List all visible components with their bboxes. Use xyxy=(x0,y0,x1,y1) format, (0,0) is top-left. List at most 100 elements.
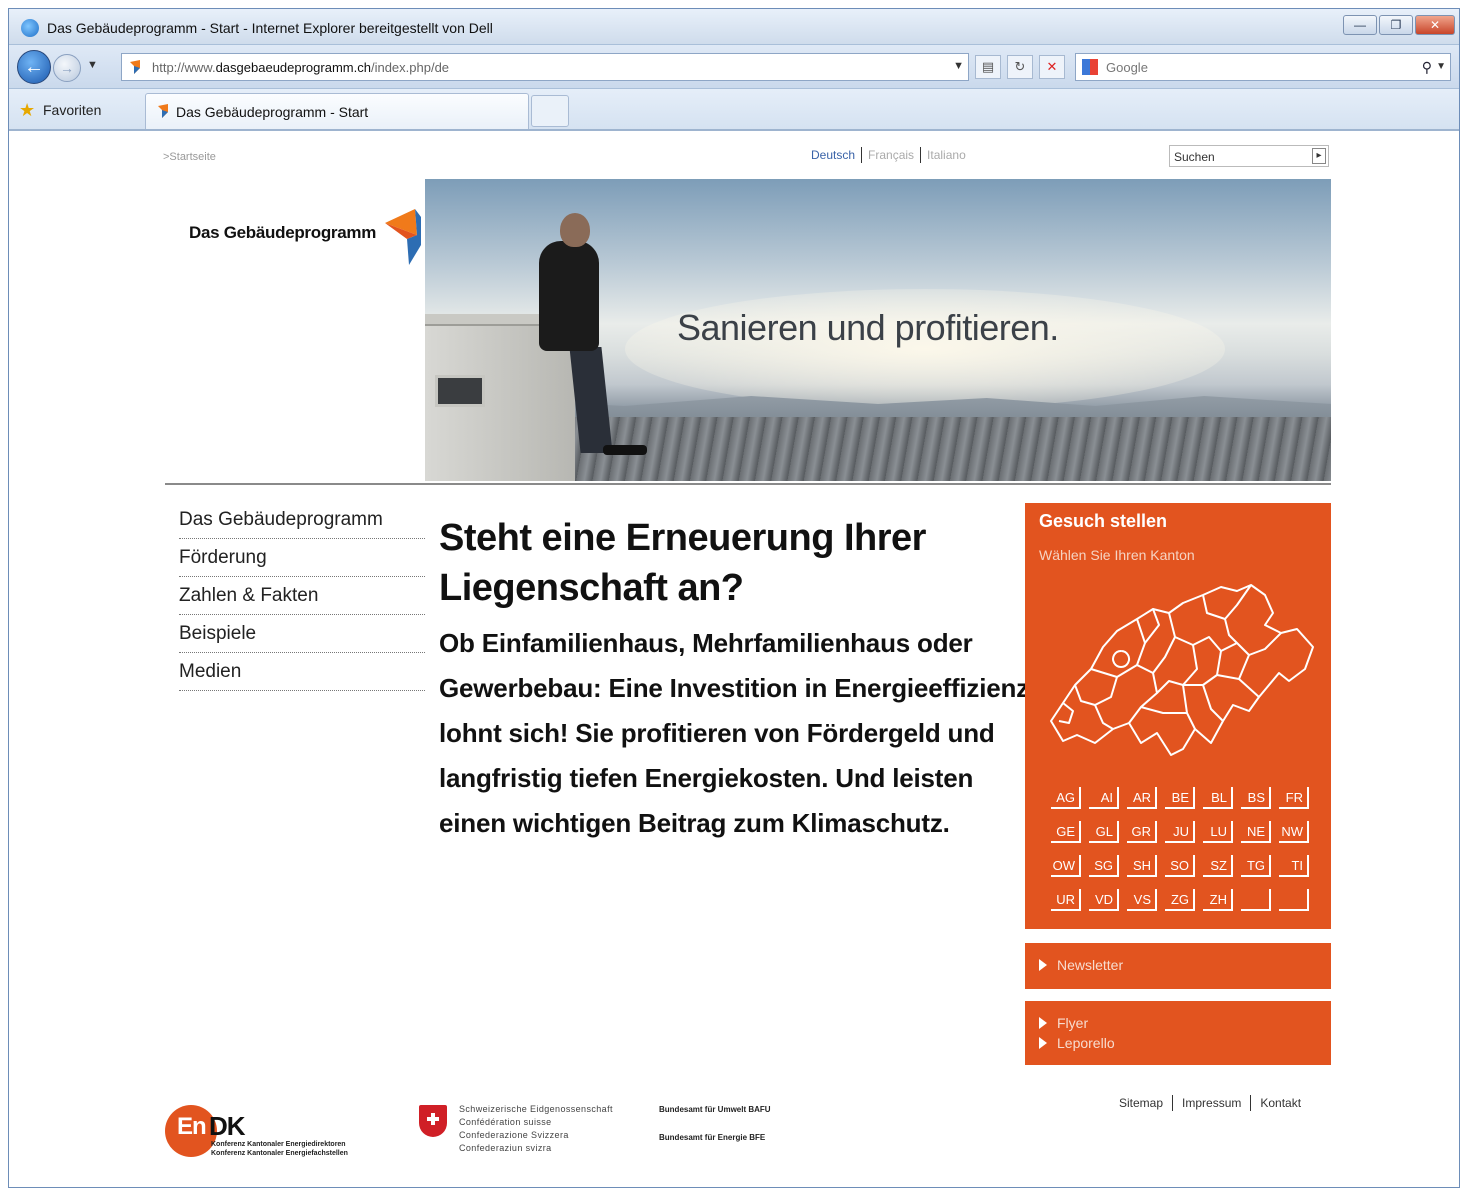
kanton-ne[interactable]: NE xyxy=(1241,821,1271,843)
endk-logo[interactable]: En DK Konferenz Kantonaler Energiedirekt… xyxy=(165,1103,405,1159)
recent-pages-dropdown[interactable]: ▼ xyxy=(87,59,98,71)
tab-active[interactable]: Das Gebäudeprogramm - Start xyxy=(145,93,529,129)
stop-icon[interactable]: ✕ xyxy=(1039,55,1065,79)
window-title: Das Gebäudeprogramm - Start - Internet E… xyxy=(47,20,493,36)
kanton-empty xyxy=(1241,889,1271,911)
swiss-line-de: Schweizerische Eidgenossenschaft xyxy=(459,1104,613,1114)
page-headline: Steht eine Erneuerung Ihrer Liegenschaft… xyxy=(439,517,926,609)
restore-button[interactable]: ❐ xyxy=(1379,15,1413,35)
flyer-link[interactable]: Flyer xyxy=(1039,1015,1088,1031)
footer-link-sitemap[interactable]: Sitemap xyxy=(1119,1096,1163,1110)
kanton-so[interactable]: SO xyxy=(1165,855,1195,877)
language-deutsch[interactable]: Deutsch xyxy=(811,148,855,162)
url-dropdown-icon[interactable]: ▼ xyxy=(953,60,964,72)
star-icon: ★ xyxy=(19,100,36,120)
gesuch-subtitle: Wählen Sie Ihren Kanton xyxy=(1039,547,1195,563)
kanton-ow[interactable]: OW xyxy=(1051,855,1081,877)
footer-link-kontakt[interactable]: Kontakt xyxy=(1260,1096,1301,1110)
kanton-ti[interactable]: TI xyxy=(1279,855,1309,877)
kanton-fr[interactable]: FR xyxy=(1279,787,1309,809)
back-button[interactable]: ← xyxy=(17,50,51,84)
favorites-button[interactable]: ★ Favoriten xyxy=(19,97,101,123)
compatibility-view-icon[interactable]: ▤ xyxy=(975,55,1001,79)
favorites-label: Favoriten xyxy=(43,102,102,118)
kanton-zg[interactable]: ZG xyxy=(1165,889,1195,911)
search-options-dropdown-icon[interactable]: ▼ xyxy=(1436,61,1446,72)
kanton-tg[interactable]: TG xyxy=(1241,855,1271,877)
newsletter-label: Newsletter xyxy=(1057,957,1124,973)
hero-person-body xyxy=(539,241,599,351)
hero-person-head xyxy=(560,213,590,247)
hero-divider xyxy=(165,483,1331,485)
hero-wall-window xyxy=(435,375,485,407)
kanton-sh[interactable]: SH xyxy=(1127,855,1157,877)
kanton-ar[interactable]: AR xyxy=(1127,787,1157,809)
hero-person-shoe xyxy=(603,445,647,455)
nav-item-foerderung[interactable]: Förderung xyxy=(179,539,425,577)
swiss-line-it: Confederazione Svizzera xyxy=(459,1130,569,1140)
kanton-sz[interactable]: SZ xyxy=(1203,855,1233,877)
bafu-label[interactable]: Bundesamt für Umwelt BAFU xyxy=(659,1105,771,1114)
swiss-shield-icon xyxy=(419,1105,447,1137)
breadcrumb[interactable]: >Startseite xyxy=(163,151,216,163)
kanton-lu[interactable]: LU xyxy=(1203,821,1233,843)
nav-item-medien[interactable]: Medien xyxy=(179,653,425,691)
leporello-label: Leporello xyxy=(1057,1035,1115,1051)
triangle-right-icon xyxy=(1039,1037,1047,1049)
nav-item-beispiele[interactable]: Beispiele xyxy=(179,615,425,653)
language-francais[interactable]: Français xyxy=(868,148,914,162)
search-submit-button[interactable]: ▸ xyxy=(1312,148,1326,164)
footer-link-impressum[interactable]: Impressum xyxy=(1182,1096,1241,1110)
newsletter-link[interactable]: Newsletter xyxy=(1039,957,1123,973)
title-bar: Das Gebäudeprogramm - Start - Internet E… xyxy=(9,9,1459,45)
logo-text: Das Gebäudeprogramm xyxy=(189,223,377,242)
kanton-bs[interactable]: BS xyxy=(1241,787,1271,809)
search-icon[interactable]: ⚲ xyxy=(1422,59,1432,76)
new-tab-button[interactable] xyxy=(531,95,569,127)
kanton-ju[interactable]: JU xyxy=(1165,821,1195,843)
kanton-bl[interactable]: BL xyxy=(1203,787,1233,809)
gesuch-stellen-panel: Gesuch stellen Wählen Sie Ihren Kanton A… xyxy=(1025,503,1331,929)
browser-window: Das Gebäudeprogramm - Start - Internet E… xyxy=(8,8,1460,1188)
endk-line-2: Konferenz Kantonaler Energiefachstellen xyxy=(211,1150,348,1157)
site-search-placeholder: Suchen xyxy=(1174,150,1215,164)
endk-line-1: Konferenz Kantonaler Energiedirektoren xyxy=(211,1141,346,1148)
minimize-button[interactable]: — xyxy=(1343,15,1377,35)
nav-item-zahlen-fakten[interactable]: Zahlen & Fakten xyxy=(179,577,425,615)
language-switcher: Deutsch Français Italiano xyxy=(811,147,966,163)
kanton-ai[interactable]: AI xyxy=(1089,787,1119,809)
hero-slogan: Sanieren und profitieren. xyxy=(677,307,1059,348)
language-separator xyxy=(920,147,922,163)
browser-search-field[interactable]: Google ⚲ ▼ xyxy=(1075,53,1451,81)
leporello-link[interactable]: Leporello xyxy=(1039,1035,1115,1051)
window-controls: — ❐ ✕ xyxy=(1343,15,1455,35)
main-navigation: Das Gebäudeprogramm Förderung Zahlen & F… xyxy=(179,501,425,691)
kanton-nw[interactable]: NW xyxy=(1279,821,1309,843)
kanton-be[interactable]: BE xyxy=(1165,787,1195,809)
refresh-icon[interactable]: ↻ xyxy=(1007,55,1033,79)
kanton-vd[interactable]: VD xyxy=(1089,889,1119,911)
language-italiano[interactable]: Italiano xyxy=(927,148,966,162)
page-viewport: >Startseite Deutsch Français Italiano Su… xyxy=(19,133,1449,1185)
close-window-button[interactable]: ✕ xyxy=(1415,15,1455,35)
triangle-right-icon xyxy=(1039,1017,1047,1029)
kanton-gl[interactable]: GL xyxy=(1089,821,1119,843)
internet-explorer-icon xyxy=(21,19,39,37)
bfe-label[interactable]: Bundesamt für Energie BFE xyxy=(659,1133,765,1142)
site-logo[interactable]: Das Gebäudeprogramm xyxy=(179,193,421,265)
swiss-confederation-logo[interactable]: Schweizerische Eidgenossenschaft Confédé… xyxy=(419,1103,639,1159)
nav-item-gebaeudeprogramm[interactable]: Das Gebäudeprogramm xyxy=(179,501,425,539)
kanton-zh[interactable]: ZH xyxy=(1203,889,1233,911)
kanton-vs[interactable]: VS xyxy=(1127,889,1157,911)
site-search-input[interactable]: Suchen ▸ xyxy=(1169,145,1329,167)
kanton-ur[interactable]: UR xyxy=(1051,889,1081,911)
kanton-ag[interactable]: AG xyxy=(1051,787,1081,809)
kanton-sg[interactable]: SG xyxy=(1089,855,1119,877)
footer-links: Sitemap Impressum Kontakt xyxy=(1119,1095,1301,1111)
kanton-ge[interactable]: GE xyxy=(1051,821,1081,843)
kanton-gr[interactable]: GR xyxy=(1127,821,1157,843)
url-field[interactable]: http://www.dasgebaeudeprogramm.ch/index.… xyxy=(121,53,969,81)
forward-button[interactable]: → xyxy=(53,54,81,82)
triangle-right-icon xyxy=(1039,959,1047,971)
switzerland-map-icon[interactable] xyxy=(1033,573,1323,763)
